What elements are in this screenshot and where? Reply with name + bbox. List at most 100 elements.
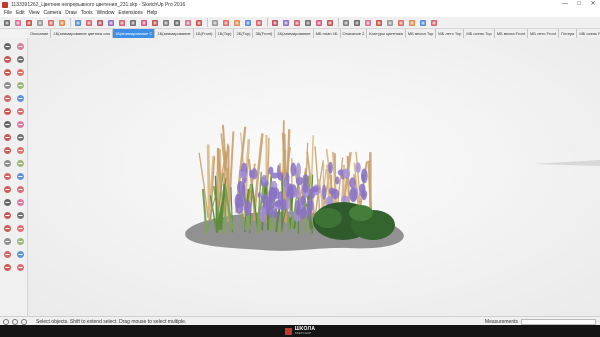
scene-tab[interactable]: Потеря (558, 29, 578, 38)
scene-tab[interactable]: 1Б(анимирование (155, 29, 194, 38)
maximize-button[interactable]: □ (572, 0, 586, 9)
tape-measure-icon[interactable] (2, 171, 12, 181)
scene-tab[interactable]: 1Б(анимирование (275, 29, 314, 38)
scene-tab[interactable]: Описание (28, 29, 52, 38)
rectangle-icon[interactable] (46, 18, 55, 27)
look-around-icon[interactable] (15, 249, 25, 259)
offset-icon[interactable] (117, 18, 126, 27)
layout-icon[interactable] (232, 18, 241, 27)
paint-bucket-icon[interactable] (57, 18, 66, 27)
house-outline-icon[interactable] (418, 18, 427, 27)
scene-tab[interactable]: МБ осень Top (464, 29, 495, 38)
push-pull-icon[interactable] (73, 18, 82, 27)
zoom-window-icon[interactable] (15, 223, 25, 233)
user-icon[interactable] (21, 318, 27, 325)
orbit-icon[interactable] (161, 18, 170, 27)
circle-icon[interactable] (2, 93, 12, 103)
pan-icon[interactable] (15, 210, 25, 220)
scene-tab[interactable]: 3Б(Front) (253, 29, 276, 38)
three-point-arc-icon[interactable] (2, 119, 12, 129)
warehouse-icon[interactable] (210, 18, 219, 27)
select-arrow-icon[interactable] (2, 18, 11, 27)
zoom-icon[interactable] (183, 18, 192, 27)
menu-draw[interactable]: Draw (65, 10, 77, 16)
follow-me-icon[interactable] (15, 145, 25, 155)
menu-extensions[interactable]: Extensions (118, 10, 142, 16)
left-view-icon[interactable] (325, 18, 334, 27)
axes-icon[interactable] (150, 18, 159, 27)
scene-tab[interactable]: Описание 2 (340, 29, 368, 38)
polygon-icon[interactable] (15, 93, 25, 103)
dimension-icon[interactable] (15, 171, 25, 181)
scene-tab[interactable]: 1Б(анимирование С (113, 29, 156, 38)
section-plane-icon[interactable] (2, 262, 12, 272)
wireframe-icon[interactable] (352, 18, 361, 27)
scene-tab[interactable]: 1Б(Front) (193, 29, 216, 38)
move-icon[interactable] (84, 18, 93, 27)
freehand-icon[interactable] (15, 67, 25, 77)
shaded-icon[interactable] (374, 18, 383, 27)
two-point-arc-icon[interactable] (15, 119, 25, 129)
text-icon[interactable] (139, 18, 148, 27)
xray-icon[interactable] (341, 18, 350, 27)
right-view-icon[interactable] (303, 18, 312, 27)
protractor-icon[interactable] (2, 184, 12, 194)
offset-icon[interactable] (15, 158, 25, 168)
3d-text-icon[interactable] (15, 197, 25, 207)
pan-icon[interactable] (172, 18, 181, 27)
menu-camera[interactable]: Camera (43, 10, 61, 16)
close-button[interactable]: ✕ (586, 0, 600, 9)
house-icon[interactable] (407, 18, 416, 27)
menu-file[interactable]: File (4, 10, 12, 16)
rotate-icon[interactable] (2, 145, 12, 155)
measurements-input[interactable] (521, 318, 596, 325)
scale-icon[interactable] (2, 158, 12, 168)
menu-tools[interactable]: Tools (81, 10, 93, 16)
back-view-icon[interactable] (314, 18, 323, 27)
scene-tab[interactable]: МБ осень Front (577, 29, 600, 38)
rectangle-icon[interactable] (2, 80, 12, 90)
monochrome-icon[interactable] (396, 18, 405, 27)
menu-edit[interactable]: Edit (16, 10, 25, 16)
axes-icon[interactable] (2, 197, 12, 207)
arc-icon[interactable] (2, 106, 12, 116)
scene-tab[interactable]: Контуры цветника (367, 29, 406, 38)
pie-icon[interactable] (15, 106, 25, 116)
menu-help[interactable]: Help (147, 10, 157, 16)
model-viewport[interactable] (28, 38, 600, 316)
menu-view[interactable]: View (29, 10, 40, 16)
sandbox-icon[interactable] (15, 262, 25, 272)
group-icon[interactable] (429, 18, 438, 27)
pencil-line-icon[interactable] (24, 18, 33, 27)
zoom-extents-icon[interactable] (194, 18, 203, 27)
scale-icon[interactable] (106, 18, 115, 27)
paint-bucket-icon[interactable] (15, 54, 25, 64)
front-view-icon[interactable] (292, 18, 301, 27)
menu-window[interactable]: Window (97, 10, 115, 16)
push-pull-icon[interactable] (15, 132, 25, 142)
walk-icon[interactable] (2, 249, 12, 259)
iso-view-icon[interactable] (270, 18, 279, 27)
line-icon[interactable] (2, 67, 12, 77)
style-icon[interactable] (243, 18, 252, 27)
move-icon[interactable] (2, 132, 12, 142)
scene-tab[interactable]: МБ лето Front (528, 29, 559, 38)
scene-tab[interactable]: МБ лето Top (436, 29, 465, 38)
zoom-extents-icon[interactable] (2, 236, 12, 246)
section-icon[interactable] (254, 18, 263, 27)
dropdown-icon[interactable] (35, 18, 44, 27)
scene-tab[interactable]: МБ весна Top (405, 29, 437, 38)
select-icon[interactable] (2, 41, 12, 51)
rotated-rect-icon[interactable] (15, 80, 25, 90)
scene-tab[interactable]: 1Б(анимирование цветник оло (51, 29, 114, 38)
credits-icon[interactable] (12, 318, 18, 325)
scene-tab[interactable]: 2Б(Top) (234, 29, 254, 38)
extension-icon[interactable] (221, 18, 230, 27)
scene-tab[interactable]: 1Б(Top) (215, 29, 235, 38)
hidden-line-icon[interactable] (363, 18, 372, 27)
tape-measure-icon[interactable] (128, 18, 137, 27)
scene-tab[interactable]: МБ план 1Б (313, 29, 341, 38)
zoom-icon[interactable] (2, 223, 12, 233)
text-icon[interactable] (15, 184, 25, 194)
eraser-icon[interactable] (13, 18, 22, 27)
